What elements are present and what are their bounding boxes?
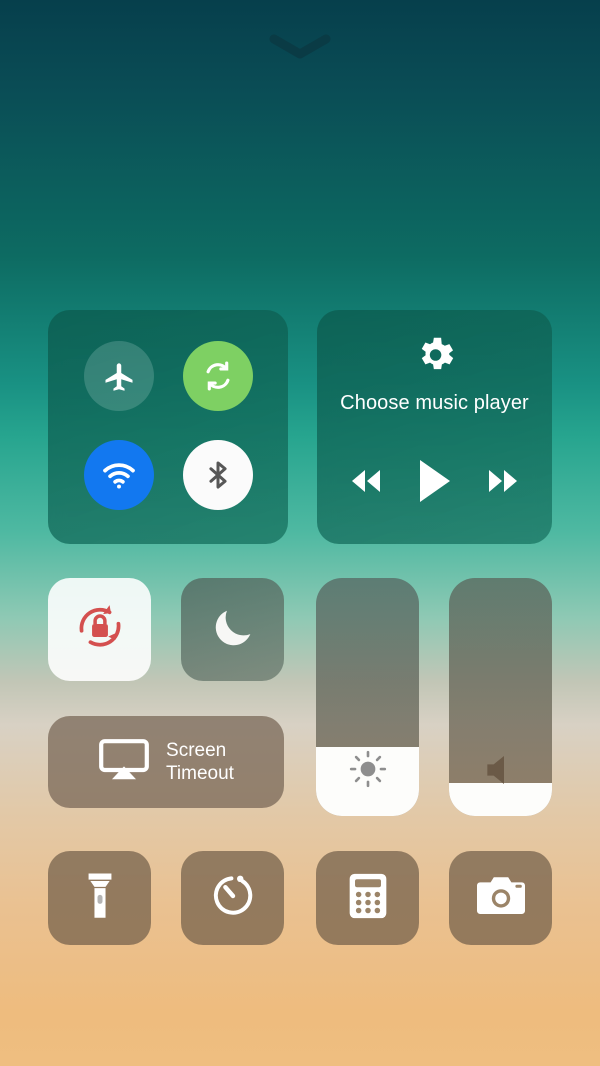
gear-icon	[412, 332, 458, 383]
control-center: Choose music player Screen Timeout	[0, 0, 600, 1066]
airplane-mode-toggle[interactable]	[84, 341, 154, 411]
timer-button[interactable]	[181, 851, 284, 945]
connectivity-panel	[48, 310, 288, 544]
rotation-lock-toggle[interactable]	[48, 578, 151, 681]
brightness-icon	[316, 748, 419, 790]
previous-track-button[interactable]	[344, 466, 388, 501]
next-track-button[interactable]	[481, 466, 525, 501]
timer-icon	[209, 872, 257, 925]
rotation-lock-icon	[72, 599, 128, 660]
volume-slider[interactable]	[449, 578, 552, 816]
screen-timeout-label: Screen Timeout	[166, 739, 234, 785]
screen-timeout-label-line1: Screen	[166, 740, 227, 761]
rewind-icon	[344, 466, 388, 501]
do-not-disturb-toggle[interactable]	[181, 578, 284, 681]
sync-toggle[interactable]	[183, 341, 253, 411]
wifi-icon	[100, 456, 138, 494]
music-player-title: Choose music player	[340, 392, 529, 414]
chevron-down-icon	[269, 34, 331, 60]
calculator-button[interactable]	[316, 851, 419, 945]
calculator-icon	[347, 871, 389, 926]
screen-timeout-label-line2: Timeout	[166, 763, 234, 784]
music-transport-controls	[317, 452, 552, 514]
dismiss-handle[interactable]	[265, 30, 335, 64]
play-icon	[413, 457, 455, 510]
play-button[interactable]	[413, 457, 455, 510]
flashlight-icon	[79, 871, 121, 926]
screen-timeout-button[interactable]: Screen Timeout	[48, 716, 284, 808]
volume-icon	[449, 750, 552, 790]
bluetooth-icon	[201, 458, 235, 492]
camera-icon	[475, 874, 527, 923]
airplay-icon	[98, 738, 150, 787]
wifi-toggle[interactable]	[84, 440, 154, 510]
brightness-slider[interactable]	[316, 578, 419, 816]
bluetooth-toggle[interactable]	[183, 440, 253, 510]
camera-button[interactable]	[449, 851, 552, 945]
music-panel[interactable]: Choose music player	[317, 310, 552, 544]
moon-icon	[208, 602, 258, 657]
fast-forward-icon	[481, 466, 525, 501]
sync-icon	[200, 358, 236, 394]
choose-music-player-button[interactable]	[317, 332, 552, 383]
flashlight-button[interactable]	[48, 851, 151, 945]
airplane-icon	[101, 358, 137, 394]
